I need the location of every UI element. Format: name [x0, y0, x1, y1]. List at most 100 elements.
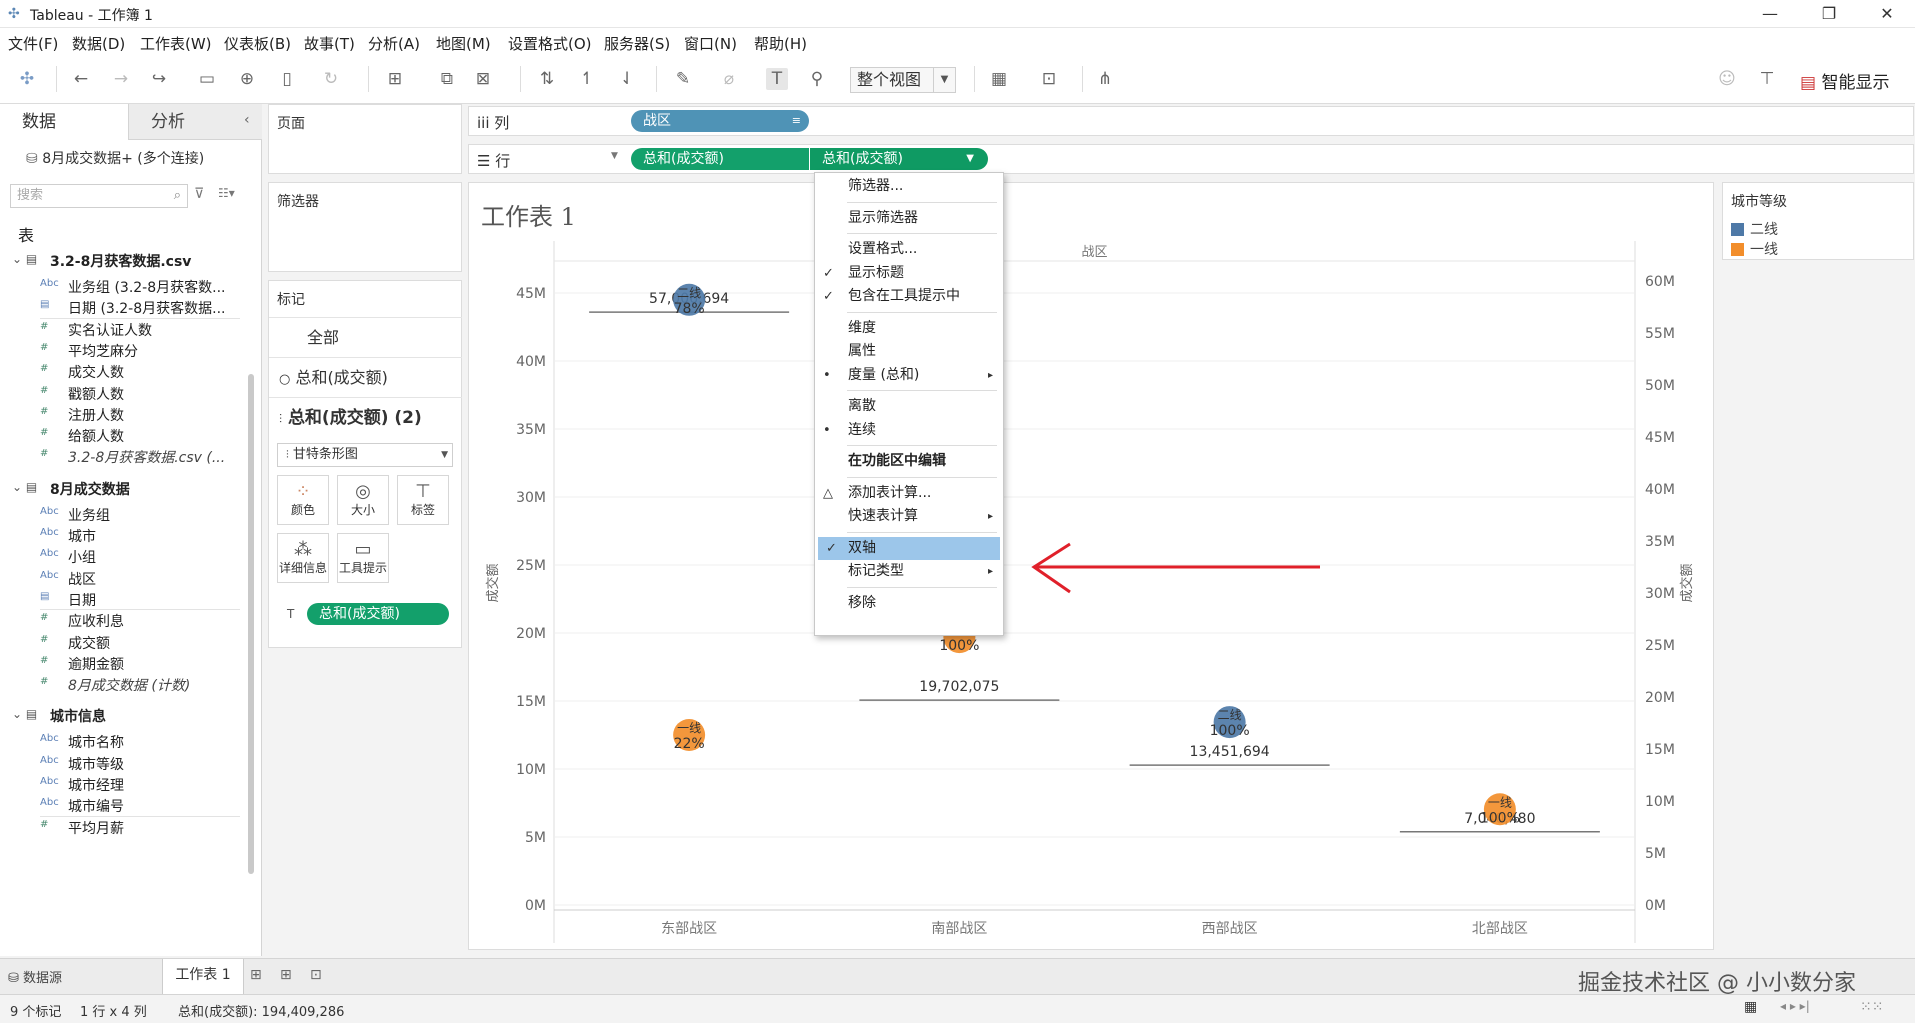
color-button[interactable]: ⁘ 颜色	[277, 475, 329, 525]
new-datasource-icon[interactable]: ⊕	[236, 68, 258, 90]
scrollbar[interactable]	[248, 374, 254, 874]
field-item[interactable]: Abc 城市	[0, 525, 240, 547]
context-menu-item[interactable]: 显示筛选器	[815, 207, 1003, 230]
clear-sheet-icon[interactable]: ⊠	[472, 68, 494, 90]
filter-icon[interactable]: ⊽	[194, 186, 204, 202]
context-menu-item[interactable]: 在功能区中编辑	[815, 450, 1003, 473]
menu-item[interactable]: 故事(T)	[304, 33, 355, 54]
tableau-icon[interactable]: ✣	[16, 68, 38, 90]
new-worksheet-icon[interactable]: ⊞	[384, 68, 406, 90]
field-item[interactable]: Abc 城市编号	[0, 795, 240, 817]
close-button[interactable]: ✕	[1859, 0, 1915, 28]
tab-data[interactable]: 数据	[0, 104, 128, 140]
field-item[interactable]: #3.2-8月获客数据.csv (...	[0, 446, 240, 468]
undo-icon[interactable]: ←	[70, 68, 92, 90]
duplicate-sheet-icon[interactable]: ⧉	[436, 68, 458, 90]
menu-item[interactable]: 服务器(S)	[604, 33, 670, 54]
row-pill-1[interactable]: 总和(成交额)	[631, 148, 809, 170]
context-menu-item[interactable]: 维度	[815, 317, 1003, 340]
field-item[interactable]: ▤ 日期 (3.2-8月获客数据...	[0, 297, 240, 319]
field-item[interactable]: Abc 业务组	[0, 504, 240, 526]
field-item[interactable]: # 平均芝麻分	[0, 340, 240, 362]
tab-analysis[interactable]: 分析	[128, 104, 262, 140]
pages-card[interactable]: 页面	[268, 104, 462, 174]
marks-all-tab[interactable]: 全部	[269, 317, 462, 357]
share-icon[interactable]: ⋔	[1094, 68, 1116, 90]
show-labels-icon[interactable]: T	[766, 68, 788, 90]
highlight-icon[interactable]: ✎	[672, 68, 694, 90]
size-button[interactable]: ◎ 大小	[337, 475, 389, 525]
column-pill-zhanqu[interactable]: 战区 ≡	[631, 110, 809, 132]
field-item[interactable]: ▤ 日期	[0, 589, 240, 611]
save-icon[interactable]: ▭	[196, 68, 218, 90]
context-menu-item[interactable]: ✓ 包含在工具提示中	[815, 285, 1003, 308]
context-menu-item[interactable]: 离散	[815, 395, 1003, 418]
filters-card[interactable]: 筛选器	[268, 182, 462, 272]
context-menu-item[interactable]: 标记类型 ▸	[815, 560, 1003, 583]
maximize-button[interactable]: ❐	[1801, 0, 1857, 28]
menu-item[interactable]: 数据(D)	[72, 33, 125, 54]
ask-data-icon[interactable]: ☺	[1716, 68, 1738, 90]
search-input[interactable]: 搜索 ⌕	[10, 184, 188, 208]
marks-measure-1[interactable]: ○ 总和(成交额)	[269, 357, 462, 397]
label-button[interactable]: ⊤ 标签	[397, 475, 449, 525]
new-worksheet-icon[interactable]: ⊞	[250, 967, 262, 983]
field-item[interactable]: Abc 小组	[0, 546, 240, 568]
datasource-tab[interactable]: ⛁ 数据源	[8, 967, 62, 986]
field-item[interactable]: # 平均月薪	[0, 817, 240, 839]
fit-select[interactable]: 整个视图 ▼	[850, 67, 956, 93]
group-icon[interactable]: ⌀	[718, 68, 740, 90]
legend-item-tier2[interactable]: 二线	[1731, 219, 1778, 239]
context-menu-item[interactable]: ✓ 双轴	[818, 536, 1000, 560]
label-field-pill[interactable]: 总和(成交额)	[307, 603, 449, 625]
tooltip-button[interactable]: ▭ 工具提示	[337, 533, 389, 583]
swap-icon[interactable]: ⇅	[536, 68, 558, 90]
show-cards-icon[interactable]: ▦	[988, 68, 1010, 90]
detail-button[interactable]: ⁂ 详细信息	[277, 533, 329, 583]
menu-item[interactable]: 仪表板(B)	[224, 33, 291, 54]
table-group[interactable]: ⌄ ▤ 城市信息	[0, 705, 240, 727]
sort-asc-icon[interactable]: ↿	[576, 68, 598, 90]
menu-item[interactable]: 分析(A)	[368, 33, 420, 54]
grid-view-icon[interactable]: ⁙⁙	[1860, 999, 1883, 1015]
field-item[interactable]: Abc 城市经理	[0, 774, 240, 796]
minimize-button[interactable]: —	[1742, 0, 1798, 28]
context-menu-item[interactable]: 筛选器...	[815, 175, 1003, 198]
pause-updates-icon[interactable]: ▯	[276, 68, 298, 90]
field-item[interactable]: # 逾期金额	[0, 653, 240, 675]
sort-desc-icon[interactable]: ⇃	[616, 68, 638, 90]
context-menu-item[interactable]: 移除	[815, 592, 1003, 615]
context-menu-item[interactable]: △ 添加表计算...	[815, 482, 1003, 505]
show-me-button[interactable]: ▤ 智能显示	[1800, 68, 1889, 93]
table-group[interactable]: ⌄ ▤ 8月成交数据	[0, 478, 240, 500]
menu-item[interactable]: 设置格式(O)	[508, 33, 592, 54]
field-item[interactable]: # 戳额人数	[0, 383, 240, 405]
refresh-icon[interactable]: ↻	[320, 68, 342, 90]
collapse-pane-icon[interactable]: ‹	[244, 112, 250, 128]
view-options-icon[interactable]: ☷▾	[218, 186, 235, 200]
datasource-name[interactable]: ⛁ 8月成交数据+ (多个连接)	[26, 148, 204, 168]
context-menu-item[interactable]: • 连续	[815, 419, 1003, 442]
context-menu-item[interactable]: 快速表计算 ▸	[815, 505, 1003, 528]
navigation-icons[interactable]: ◂ ▸ ▸|	[1780, 999, 1810, 1013]
marks-measure-2[interactable]: ⫶ 总和(成交额) (2)	[269, 397, 462, 437]
new-story-icon[interactable]: ⊡	[310, 967, 322, 983]
field-item[interactable]: # 注册人数	[0, 404, 240, 426]
field-item[interactable]: Abc 城市等级	[0, 753, 240, 775]
field-item[interactable]: Abc 城市名称	[0, 731, 240, 753]
context-menu-item[interactable]: ✓ 显示标题	[815, 262, 1003, 285]
context-menu-item[interactable]: 设置格式...	[815, 238, 1003, 261]
replay-icon[interactable]: ↪	[148, 68, 170, 90]
field-item[interactable]: # 应收利息	[0, 610, 240, 632]
menu-item[interactable]: 文件(F)	[8, 33, 58, 54]
menu-item[interactable]: 窗口(N)	[684, 33, 737, 54]
pin-icon[interactable]: ⊤	[1756, 68, 1778, 90]
field-item[interactable]: #8月成交数据 (计数)	[0, 674, 240, 696]
field-item[interactable]: # 成交人数	[0, 361, 240, 383]
menu-item[interactable]: 地图(M)	[436, 33, 491, 54]
legend-item-tier1[interactable]: 一线	[1731, 239, 1778, 259]
row-pill-2[interactable]: 总和(成交额) ▼	[810, 148, 988, 170]
field-item[interactable]: Abc 战区	[0, 568, 240, 590]
presentation-icon[interactable]: ⊡	[1038, 68, 1060, 90]
sheet-tab-1[interactable]: 工作表 1	[162, 959, 244, 995]
